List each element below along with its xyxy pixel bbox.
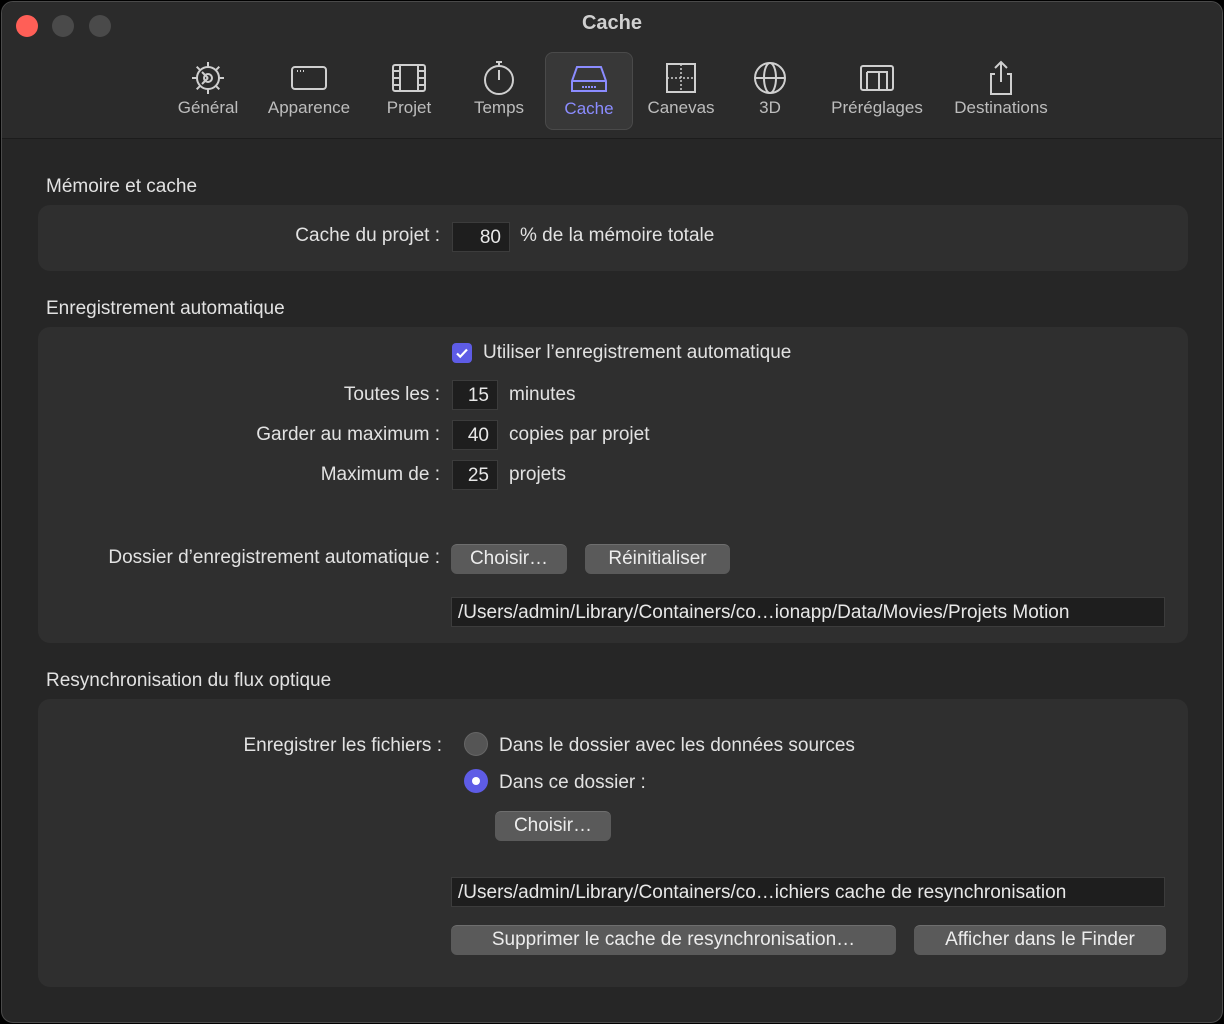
tab-canvas-label: Canevas [647,98,715,117]
autosave-folder-label: Dossier d’enregistrement automatique : [108,547,440,568]
drive-icon [569,59,609,99]
tab-time-label: Temps [473,98,525,117]
tab-time[interactable]: Temps [460,52,538,128]
tab-project-label: Projet [386,98,432,117]
memory-group: Cache du projet : 80 % de la mémoire tot… [38,205,1188,271]
save-files-label: Enregistrer les fichiers : [243,735,442,756]
use-autosave-label: Utiliser l’enregistrement automatique [483,342,792,363]
project-cache-label: Cache du projet : [295,225,440,246]
window-title: Cache [581,12,643,34]
presets-icon [857,58,897,98]
tab-general[interactable]: Général [168,52,248,128]
resync-group: Enregistrer les fichiers : Dans le dossi… [38,699,1188,987]
project-cache-field[interactable]: 80 [452,222,510,252]
max-projects-field[interactable]: 25 [452,460,498,490]
project-cache-unit: % de la mémoire totale [520,225,715,246]
keep-copies-field[interactable]: 40 [452,420,498,450]
film-strip-icon [389,58,429,98]
show-in-finder-button[interactable]: Afficher dans le Finder [914,925,1166,955]
memory-section-title: Mémoire et cache [46,176,198,197]
radio-this-folder-label: Dans ce dossier : [499,772,646,793]
use-autosave-checkbox[interactable] [452,343,472,363]
resync-folder-path: /Users/admin/Library/Containers/co…ichie… [451,877,1165,907]
autosave-section-title: Enregistrement automatique [46,298,285,319]
globe-icon [750,58,790,98]
tab-appearance-label: Apparence [267,98,351,117]
preferences-window: Cache Général Apparence Projet Temps Cac… [1,1,1223,1023]
max-projects-unit: projets [509,464,567,485]
checkmark-icon [456,348,468,359]
tab-cache[interactable]: Cache [545,52,633,130]
delete-resync-cache-button[interactable]: Supprimer le cache de resynchronisation… [451,925,896,955]
tab-presets[interactable]: Préréglages [824,52,930,128]
gear-icon [188,58,228,98]
every-minutes-field[interactable]: 15 [452,380,498,410]
title-bar: Cache Général Apparence Projet Temps Cac… [2,2,1222,139]
tab-presets-label: Préréglages [831,98,923,117]
tab-3d-label: 3D [759,98,781,117]
share-icon [981,58,1021,98]
resync-section-title: Resynchronisation du flux optique [46,670,332,691]
tab-canvas[interactable]: Canevas [639,52,723,128]
radio-source-folder-label: Dans le dossier avec les données sources [499,735,855,756]
every-unit: minutes [509,384,576,405]
autosave-group: Utiliser l’enregistrement automatique To… [38,327,1188,643]
tab-3d[interactable]: 3D [740,52,800,128]
tab-destinations-label: Destinations [954,98,1048,117]
autosave-reset-button[interactable]: Réinitialiser [585,544,730,574]
radio-source-folder[interactable] [464,732,488,756]
window-icon [289,58,329,98]
tab-cache-label: Cache [564,99,614,118]
canvas-grid-icon [661,58,701,98]
tab-appearance[interactable]: Apparence [259,52,359,128]
every-label: Toutes les : [343,384,440,405]
radio-this-folder[interactable] [464,769,488,793]
autosave-folder-path: /Users/admin/Library/Containers/co…ionap… [451,597,1165,627]
keep-unit: copies par projet [509,424,650,445]
resync-choose-button[interactable]: Choisir… [495,811,611,841]
tab-general-label: Général [177,98,239,117]
autosave-choose-button[interactable]: Choisir… [451,544,567,574]
max-projects-label: Maximum de : [320,464,440,485]
keep-label: Garder au maximum : [256,424,440,445]
tab-project[interactable]: Projet [374,52,444,128]
stopwatch-icon [479,58,519,98]
tab-destinations[interactable]: Destinations [946,52,1056,128]
